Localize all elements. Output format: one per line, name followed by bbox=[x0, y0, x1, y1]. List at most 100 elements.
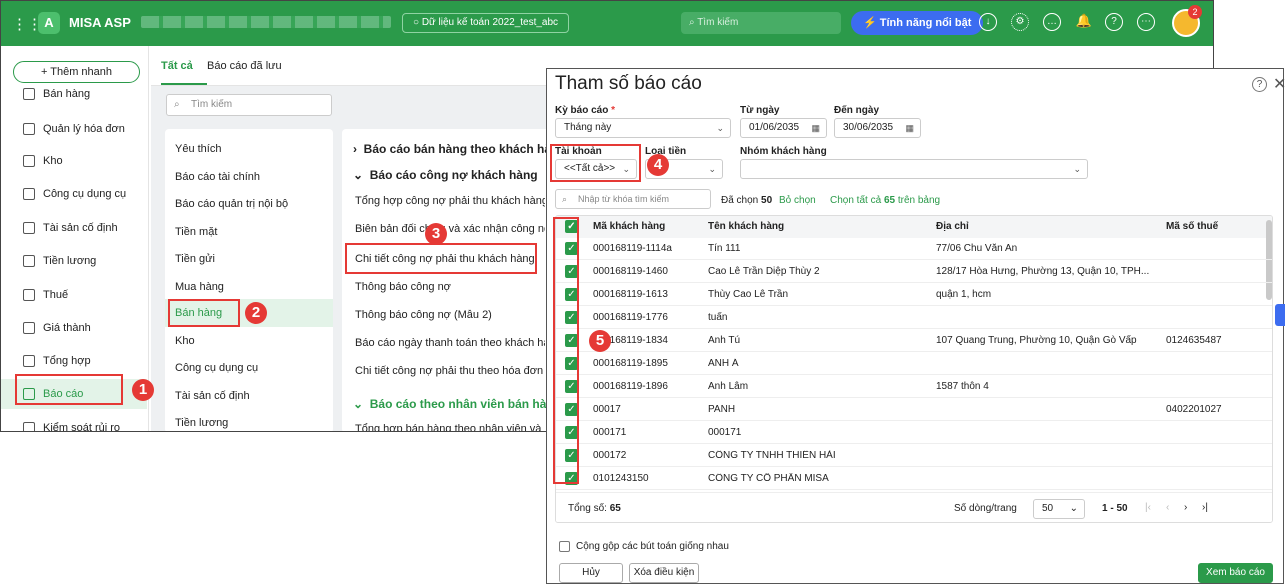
to-date-field[interactable]: 30/06/2035 ▦ bbox=[834, 118, 921, 138]
column-header[interactable]: Địa chỉ bbox=[936, 221, 969, 232]
category-item[interactable]: Tiền lương bbox=[175, 417, 228, 429]
deselect-link[interactable]: Bỏ chọn bbox=[779, 195, 816, 206]
table-cell: PANH bbox=[708, 404, 736, 415]
close-icon[interactable]: ✕ bbox=[1273, 74, 1285, 94]
category-item[interactable]: Báo cáo quản trị nội bộ bbox=[175, 198, 288, 210]
sidebar-item-assets[interactable]: Tài sản cố định bbox=[1, 213, 147, 243]
table-row[interactable]: ✓ 000172 CÔNG TY TNHH THIÊN HẢI bbox=[556, 445, 1272, 467]
tab-saved-reports[interactable]: Báo cáo đã lưu bbox=[207, 60, 282, 72]
table-cell: 000171 bbox=[593, 427, 627, 438]
last-page-icon[interactable]: ›| bbox=[1202, 502, 1208, 513]
view-report-button[interactable]: Xem báo cáo bbox=[1198, 563, 1273, 583]
report-item[interactable]: Tổng hợp bán hàng theo nhân viên và khác… bbox=[355, 423, 545, 431]
table-cell: 000168119-1895 bbox=[593, 358, 668, 369]
report-group-header[interactable]: ⌄ Báo cáo công nợ khách hàng bbox=[353, 168, 538, 182]
sidebar-item-cost[interactable]: Giá thành bbox=[1, 313, 147, 343]
table-row[interactable]: ✓ 000168119-1895 ANH Á bbox=[556, 353, 1272, 375]
customer-search-input[interactable]: ⌕ Nhập từ khóa tìm kiếm bbox=[555, 189, 711, 209]
sidebar-item-tools[interactable]: Công cụ dụng cụ bbox=[1, 179, 147, 209]
sidebar-item-tax[interactable]: Thuế bbox=[1, 280, 147, 310]
from-date-label: Từ ngày bbox=[740, 105, 780, 116]
report-item[interactable]: Biên bản đối chiếu và xác nhận công nợ bbox=[355, 223, 545, 235]
prev-page-icon[interactable]: ‹ bbox=[1166, 502, 1169, 513]
table-row[interactable]: ✓ 000168119-1896 Anh Lâm 1587 thôn 4 bbox=[556, 376, 1272, 398]
chevron-down-icon: ⌄ bbox=[1073, 164, 1081, 174]
sidebar-item-payroll[interactable]: Tiền lương bbox=[1, 246, 147, 276]
category-item[interactable]: Tiền mặt bbox=[175, 226, 217, 238]
highlight-box-report bbox=[345, 243, 537, 274]
selected-count: Đã chọn 50 bbox=[721, 195, 773, 206]
category-item[interactable]: Công cụ dụng cụ bbox=[175, 362, 258, 374]
next-page-icon[interactable]: › bbox=[1184, 502, 1187, 513]
report-item[interactable]: Thông báo công nợ bbox=[355, 281, 545, 293]
table-row[interactable]: ✓ 000171 000171 bbox=[556, 422, 1272, 444]
report-group-header[interactable]: › Báo cáo bán hàng theo khách hàng bbox=[353, 142, 566, 156]
step-marker: 3 bbox=[425, 223, 447, 245]
table-cell: 77/06 Chu Văn An bbox=[936, 243, 1018, 254]
table-row[interactable]: ✓ 00017 PANH 0402201027 bbox=[556, 399, 1272, 421]
period-select[interactable]: Tháng này ⌄ bbox=[555, 118, 731, 138]
data-source-selector[interactable]: ○ Dữ liệu kế toán 2022_test_abc bbox=[402, 13, 570, 33]
report-group-header[interactable]: ⌄ Báo cáo theo nhân viên bán hàng bbox=[353, 397, 561, 411]
side-expand-tab[interactable] bbox=[1275, 304, 1285, 326]
report-item[interactable]: Tổng hợp công nợ phải thu khách hàng bbox=[355, 195, 545, 207]
table-cell: 1587 thôn 4 bbox=[936, 381, 989, 392]
report-item[interactable]: Chi tiết công nợ phải thu theo hóa đơn bbox=[355, 365, 545, 377]
highlight-box-account bbox=[550, 144, 641, 182]
feature-button[interactable]: ⚡ Tính năng nổi bật bbox=[851, 11, 984, 35]
category-item[interactable]: Mua hàng bbox=[175, 281, 224, 293]
sidebar-item-sales[interactable]: Bán hàng bbox=[1, 79, 147, 109]
download-icon[interactable]: ↓ bbox=[979, 13, 997, 31]
gear-icon[interactable]: ⚙ bbox=[1011, 13, 1029, 31]
highlight-box-reports bbox=[15, 374, 123, 405]
column-header[interactable]: Tên khách hàng bbox=[708, 221, 784, 232]
report-item[interactable]: Thông báo công nợ (Mẫu 2) bbox=[355, 309, 545, 321]
calendar-icon[interactable]: ▦ bbox=[811, 119, 820, 137]
from-date-field[interactable]: 01/06/2035 ▦ bbox=[740, 118, 827, 138]
table-row[interactable]: ✓ 000168119-1114a Tín 111 77/06 Chu Văn An bbox=[556, 238, 1272, 260]
customer-group-select[interactable]: ⌄ bbox=[740, 159, 1088, 179]
table-row[interactable]: ✓ 000168119-1776 tuấn bbox=[556, 307, 1272, 329]
category-item[interactable]: Tiền gửi bbox=[175, 253, 215, 265]
search-icon: ⌕ bbox=[174, 99, 180, 110]
report-item[interactable]: Báo cáo ngày thanh toán theo khách hàng bbox=[355, 337, 545, 349]
table-row[interactable]: ✓ 000168119-1613 Thùy Cao Lê Trần quận 1, h… bbox=[556, 284, 1272, 306]
category-item[interactable]: Báo cáo tài chính bbox=[175, 171, 260, 183]
report-search-input[interactable]: ⌕ Tìm kiếm bbox=[166, 94, 332, 116]
sidebar-item-summary[interactable]: Tổng hợp bbox=[1, 346, 147, 376]
column-header[interactable]: Mã khách hàng bbox=[593, 221, 665, 232]
company-name-blurred bbox=[141, 16, 391, 28]
category-item[interactable]: Kho bbox=[175, 335, 195, 347]
sidebar-item-risk[interactable]: Kiểm soát rủi ro bbox=[1, 413, 147, 431]
sidebar-item-invoices[interactable]: Quản lý hóa đơn bbox=[1, 114, 147, 144]
global-search[interactable]: ⌕ Tìm kiếm bbox=[681, 12, 841, 34]
table-row[interactable]: ✓ 000168119-1834 Anh Tú 107 Quang Trung, Ph… bbox=[556, 330, 1272, 352]
table-cell: 0101243150 bbox=[593, 473, 649, 484]
cancel-button[interactable]: Hủy bbox=[559, 563, 623, 583]
rows-per-page-select[interactable]: 50 ⌄ bbox=[1033, 499, 1085, 519]
sidebar-item-warehouse[interactable]: Kho bbox=[1, 146, 147, 176]
first-page-icon[interactable]: |‹ bbox=[1145, 502, 1151, 513]
category-item[interactable]: Tài sản cố định bbox=[175, 390, 250, 402]
period-label: Kỳ báo cáo * bbox=[555, 105, 616, 116]
table-row[interactable]: ✓ 000168119-1460 Cao Lê Trần Diệp Thùy 2 12… bbox=[556, 261, 1272, 283]
bell-icon[interactable]: 🔔 bbox=[1075, 13, 1093, 31]
tax-icon bbox=[23, 289, 35, 301]
chat-icon[interactable]: … bbox=[1043, 13, 1061, 31]
help-icon[interactable]: ? bbox=[1105, 13, 1123, 31]
select-all-link[interactable]: Chọn tất cả 65 trên bảng bbox=[830, 195, 940, 206]
category-item[interactable]: Yêu thích bbox=[175, 143, 221, 155]
tab-all[interactable]: Tất cả bbox=[161, 60, 193, 72]
merge-checkbox[interactable] bbox=[559, 541, 570, 552]
table-cell: Thùy Cao Lê Trần bbox=[708, 289, 789, 300]
more-icon[interactable]: ⋯ bbox=[1137, 13, 1155, 31]
column-header[interactable]: Mã số thuế bbox=[1166, 221, 1218, 232]
calendar-icon[interactable]: ▦ bbox=[905, 119, 914, 137]
table-cell: 000168119-1114a bbox=[593, 243, 672, 254]
clear-conditions-button[interactable]: Xóa điều kiện bbox=[629, 563, 699, 583]
merge-option[interactable]: Cộng gộp các bút toán giống nhau bbox=[559, 541, 729, 552]
table-cell: ANH Á bbox=[708, 358, 739, 369]
table-row[interactable]: ✓ 0101243150 CÔNG TY CỔ PHẦN MISA bbox=[556, 468, 1272, 490]
help-icon[interactable]: ? bbox=[1252, 77, 1267, 92]
table-cell: quận 1, hcm bbox=[936, 289, 992, 300]
